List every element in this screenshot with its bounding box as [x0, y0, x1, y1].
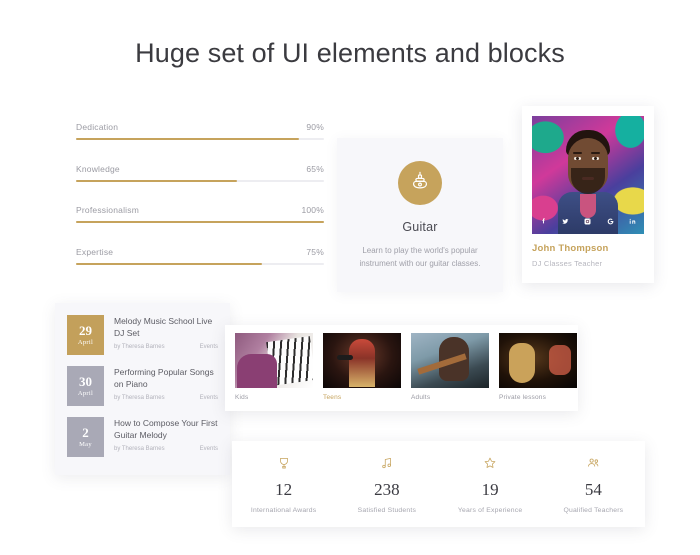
event-day: 29	[79, 323, 92, 338]
event-date-badge: 2 May	[67, 417, 104, 457]
service-icon-badge	[398, 161, 442, 205]
facebook-icon[interactable]	[539, 214, 548, 230]
gallery-thumbnail[interactable]	[411, 333, 489, 388]
page-title: Huge set of UI elements and blocks	[135, 38, 565, 68]
stat-label: International Awards	[250, 506, 317, 514]
skill-label: Knowledge	[76, 163, 120, 174]
gallery-item-private-lessons[interactable]: Private lessons	[499, 333, 577, 401]
skill-label: Dedication	[76, 122, 119, 132]
progress-fill	[76, 179, 238, 182]
event-month: April	[77, 390, 94, 397]
events-card: 29 April Melody Music School Live DJ Set…	[55, 303, 230, 475]
social-links	[532, 214, 644, 230]
service-description: Learn to play the world's popular instru…	[359, 246, 481, 269]
skill-percent: 100%	[301, 205, 324, 215]
list-item[interactable]: 29 April Melody Music School Live DJ Set…	[67, 315, 218, 355]
teacher-role: DJ Classes Teacher	[532, 259, 603, 268]
gallery-item-kids[interactable]: Kids	[235, 333, 313, 401]
progress-track	[76, 221, 324, 223]
instagram-icon[interactable]	[583, 214, 592, 230]
progress-fill	[76, 262, 262, 265]
event-day: 30	[79, 374, 92, 389]
star-icon	[483, 455, 497, 471]
gallery-item-adults[interactable]: Adults	[411, 333, 489, 401]
event-month: April	[77, 339, 94, 346]
teacher-card[interactable]: John Thompson DJ Classes Teacher	[522, 106, 654, 283]
twitter-icon[interactable]	[561, 214, 570, 230]
skill-label: Professionalism	[76, 205, 139, 215]
progress-track	[76, 138, 324, 140]
progress-track	[76, 262, 324, 265]
skill-percent: 65%	[306, 163, 324, 174]
stat-label: Satisfied Students	[357, 506, 417, 514]
gallery-card: Kids Teens Adults Private lessons	[225, 325, 578, 411]
list-item[interactable]: 30 April Performing Popular Songs on Pia…	[67, 366, 218, 406]
trophy-icon	[277, 455, 291, 471]
skill-label: Expertise	[76, 246, 114, 257]
stat-value: 54	[584, 479, 602, 499]
event-author: by Theresa Barnes	[114, 344, 165, 351]
music-note-icon	[380, 455, 394, 471]
gallery-thumbnail[interactable]	[323, 333, 401, 388]
list-item[interactable]: 2 May How to Compose Your First Guitar M…	[67, 417, 218, 457]
event-author: by Theresa Barnes	[114, 446, 165, 453]
gallery-item-teens[interactable]: Teens	[323, 333, 401, 401]
guitar-icon	[409, 170, 431, 197]
event-category[interactable]: Events	[200, 344, 218, 350]
skill-row-expertise: Expertise 75%	[76, 247, 324, 265]
stat-qualified-teachers: 54 Qualified Teachers	[542, 455, 645, 514]
event-date-badge: 30 April	[67, 366, 104, 406]
event-title[interactable]: Melody Music School Live DJ Set	[114, 315, 218, 339]
teacher-name: John Thompson	[532, 243, 609, 254]
skill-percent: 75%	[306, 246, 324, 257]
skill-row-dedication: Dedication 90%	[76, 122, 324, 140]
progress-fill	[76, 221, 324, 223]
stat-label: Years of Experience	[457, 506, 523, 514]
stat-years-of-experience: 19 Years of Experience	[439, 455, 542, 514]
people-icon	[586, 455, 601, 471]
google-icon[interactable]	[606, 214, 615, 230]
gallery-label[interactable]: Teens	[323, 394, 401, 401]
event-title[interactable]: How to Compose Your First Guitar Melody	[114, 417, 218, 441]
skill-percent: 90%	[306, 122, 324, 132]
stat-value: 238	[374, 479, 400, 499]
skill-row-professionalism: Professionalism 100%	[76, 205, 324, 223]
skills-panel: Dedication 90% Knowledge 65% Professiona…	[76, 122, 324, 288]
gallery-thumbnail[interactable]	[499, 333, 577, 388]
stats-card: 12 International Awards 238 Satisfied St…	[232, 441, 645, 527]
stat-value: 12	[275, 479, 293, 499]
event-month: May	[79, 441, 92, 448]
event-date-badge: 29 April	[67, 315, 104, 355]
progress-track	[76, 179, 324, 182]
stat-satisfied-students: 238 Satisfied Students	[335, 455, 438, 514]
gallery-label[interactable]: Adults	[411, 394, 489, 401]
gallery-thumbnail[interactable]	[235, 333, 313, 388]
skill-row-knowledge: Knowledge 65%	[76, 164, 324, 182]
teacher-photo	[532, 116, 644, 234]
linkedin-icon[interactable]	[628, 214, 637, 230]
gallery-label[interactable]: Private lessons	[499, 394, 577, 401]
event-category[interactable]: Events	[200, 395, 218, 401]
stat-label: Qualified Teachers	[563, 506, 624, 514]
service-card-guitar[interactable]: Guitar Learn to play the world's popular…	[337, 138, 503, 292]
gallery-label[interactable]: Kids	[235, 394, 313, 401]
stat-value: 19	[481, 479, 499, 499]
event-category[interactable]: Events	[200, 446, 218, 452]
service-title: Guitar	[402, 220, 438, 234]
progress-fill	[76, 138, 300, 140]
event-day: 2	[82, 425, 89, 440]
event-title[interactable]: Performing Popular Songs on Piano	[114, 366, 218, 390]
stat-international-awards: 12 International Awards	[232, 455, 335, 514]
event-author: by Theresa Barnes	[114, 395, 165, 402]
